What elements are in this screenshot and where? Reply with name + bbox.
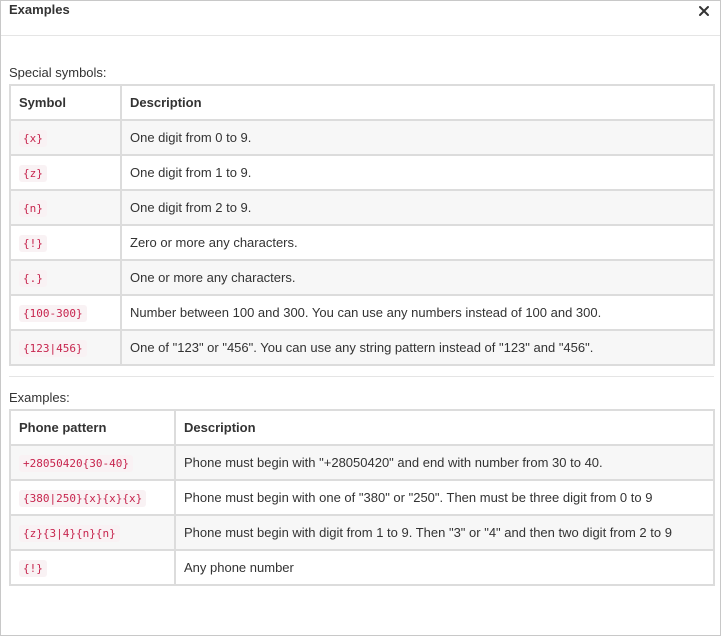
symbol-column-header: Symbol bbox=[9, 84, 122, 121]
table-row: {!} Zero or more any characters. bbox=[9, 224, 715, 261]
examples-table: Phone pattern Description +28050420{30-4… bbox=[9, 409, 715, 586]
table-row: {x} One digit from 0 to 9. bbox=[9, 119, 715, 156]
table-row: {!} Any phone number bbox=[9, 549, 715, 586]
symbol-cell: {x} bbox=[9, 119, 122, 156]
close-icon[interactable] bbox=[697, 4, 711, 18]
pattern-code: {z}{3|4}{n}{n} bbox=[19, 525, 120, 542]
table-row: {.} One or more any characters. bbox=[9, 259, 715, 296]
dialog-body: Special symbols: Symbol Description {x} … bbox=[1, 36, 720, 586]
table-row: +28050420{30-40} Phone must begin with "… bbox=[9, 444, 715, 481]
symbol-code: {.} bbox=[19, 270, 47, 287]
examples-label: Examples: bbox=[9, 390, 70, 405]
table-row: {100-300} Number between 100 and 300. Yo… bbox=[9, 294, 715, 331]
symbol-cell: {z} bbox=[9, 154, 122, 191]
symbol-code: {n} bbox=[19, 200, 47, 217]
table-row: {z} One digit from 1 to 9. bbox=[9, 154, 715, 191]
phone-pattern-column-header: Phone pattern bbox=[9, 409, 176, 446]
description-cell: One of "123" or "456". You can use any s… bbox=[120, 329, 715, 366]
symbol-code: {100-300} bbox=[19, 305, 87, 322]
symbol-cell: {n} bbox=[9, 189, 122, 226]
symbol-code: {123|456} bbox=[19, 340, 87, 357]
table-row: {z}{3|4}{n}{n} Phone must begin with dig… bbox=[9, 514, 715, 551]
description-cell: Phone must begin with one of "380" or "2… bbox=[174, 479, 715, 516]
pattern-code: {!} bbox=[19, 560, 47, 577]
pattern-code: +28050420{30-40} bbox=[19, 455, 133, 472]
examples-dialog: Examples Special symbols: Symbol Descrip… bbox=[0, 0, 721, 636]
description-cell: Any phone number bbox=[174, 549, 715, 586]
pattern-cell: +28050420{30-40} bbox=[9, 444, 176, 481]
dialog-header: Examples bbox=[1, 1, 720, 36]
pattern-cell: {380|250}{x}{x}{x} bbox=[9, 479, 176, 516]
special-symbols-table: Symbol Description {x} One digit from 0 … bbox=[9, 84, 715, 366]
table-row: {n} One digit from 2 to 9. bbox=[9, 189, 715, 226]
table-header-row: Phone pattern Description bbox=[9, 409, 715, 446]
description-cell: Number between 100 and 300. You can use … bbox=[120, 294, 715, 331]
description-column-header: Description bbox=[120, 84, 715, 121]
section-divider bbox=[9, 376, 714, 377]
symbol-code: {z} bbox=[19, 165, 47, 182]
table-row: {123|456} One of "123" or "456". You can… bbox=[9, 329, 715, 366]
description-cell: One or more any characters. bbox=[120, 259, 715, 296]
symbol-cell: {123|456} bbox=[9, 329, 122, 366]
description-cell: One digit from 2 to 9. bbox=[120, 189, 715, 226]
dialog-title: Examples bbox=[9, 2, 70, 17]
symbol-code: {x} bbox=[19, 130, 47, 147]
special-symbols-label: Special symbols: bbox=[9, 65, 107, 80]
description-cell: One digit from 0 to 9. bbox=[120, 119, 715, 156]
table-header-row: Symbol Description bbox=[9, 84, 715, 121]
table-row: {380|250}{x}{x}{x} Phone must begin with… bbox=[9, 479, 715, 516]
symbol-cell: {100-300} bbox=[9, 294, 122, 331]
pattern-cell: {!} bbox=[9, 549, 176, 586]
pattern-code: {380|250}{x}{x}{x} bbox=[19, 490, 147, 507]
description-cell: Phone must begin with digit from 1 to 9.… bbox=[174, 514, 715, 551]
description-cell: Zero or more any characters. bbox=[120, 224, 715, 261]
description-column-header: Description bbox=[174, 409, 715, 446]
symbol-cell: {!} bbox=[9, 224, 122, 261]
symbol-cell: {.} bbox=[9, 259, 122, 296]
description-cell: One digit from 1 to 9. bbox=[120, 154, 715, 191]
description-cell: Phone must begin with "+28050420" and en… bbox=[174, 444, 715, 481]
pattern-cell: {z}{3|4}{n}{n} bbox=[9, 514, 176, 551]
symbol-code: {!} bbox=[19, 235, 47, 252]
